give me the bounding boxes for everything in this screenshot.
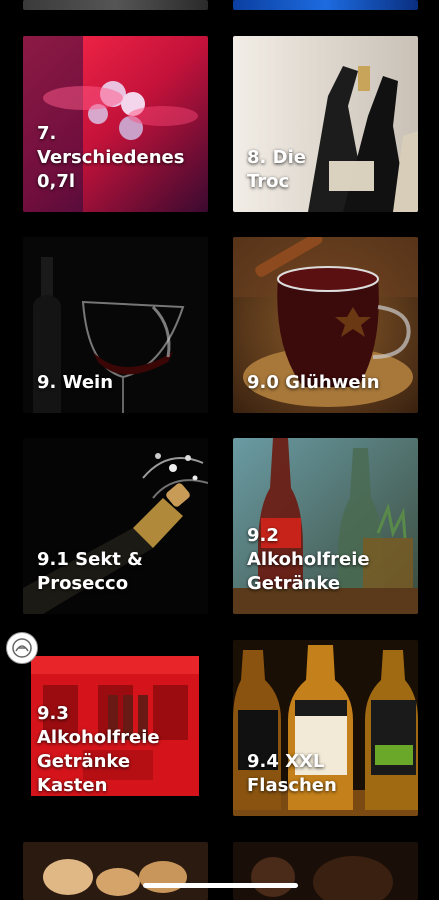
category-tile-getraenke-kasten[interactable]: 9.3 Alkoholfreie Getränke Kasten [23, 640, 208, 816]
category-label: 9.4 XXL Flaschen [247, 751, 337, 796]
floating-logo-icon[interactable] [6, 632, 38, 664]
category-tile-verschiedenes[interactable]: 7. Verschiedenes 0,7l [23, 36, 208, 212]
category-tile-partial-bottom-left[interactable] [23, 842, 208, 900]
category-tile-sekt-prosecco[interactable]: 9.1 Sekt & Prosecco [23, 438, 208, 614]
category-tile-gluehwein[interactable]: 9.0 Glühwein [233, 237, 418, 413]
category-label: 7. Verschiedenes 0,7l [37, 123, 185, 192]
category-tile-partial-top-right[interactable] [233, 0, 418, 10]
category-tile-die-troc[interactable]: 8. Die Troc [233, 36, 418, 212]
home-indicator[interactable] [143, 883, 298, 888]
category-label: 9.0 Glühwein [247, 372, 380, 393]
category-tile-partial-bottom-right[interactable] [233, 842, 418, 900]
logo-icon [12, 638, 32, 658]
category-label: 9.1 Sekt & Prosecco [37, 549, 143, 594]
category-label: 9. Wein [37, 372, 114, 393]
category-tile-partial-top-left[interactable] [23, 0, 208, 10]
category-tile-wein[interactable]: 9. Wein [23, 237, 208, 413]
snacks-image [23, 842, 208, 900]
category-label: 9.3 Alkoholfreie Getränke Kasten [37, 703, 160, 796]
category-label: 8. Die Troc [247, 147, 306, 192]
category-tile-alkoholfreie-getraenke[interactable]: 9.2 Alkoholfreie Getränke [233, 438, 418, 614]
category-tile-xxl-flaschen[interactable]: 9.4 XXL Flaschen [233, 640, 418, 816]
category-label: 9.2 Alkoholfreie Getränke [247, 525, 370, 594]
chocolate-image [233, 842, 418, 900]
